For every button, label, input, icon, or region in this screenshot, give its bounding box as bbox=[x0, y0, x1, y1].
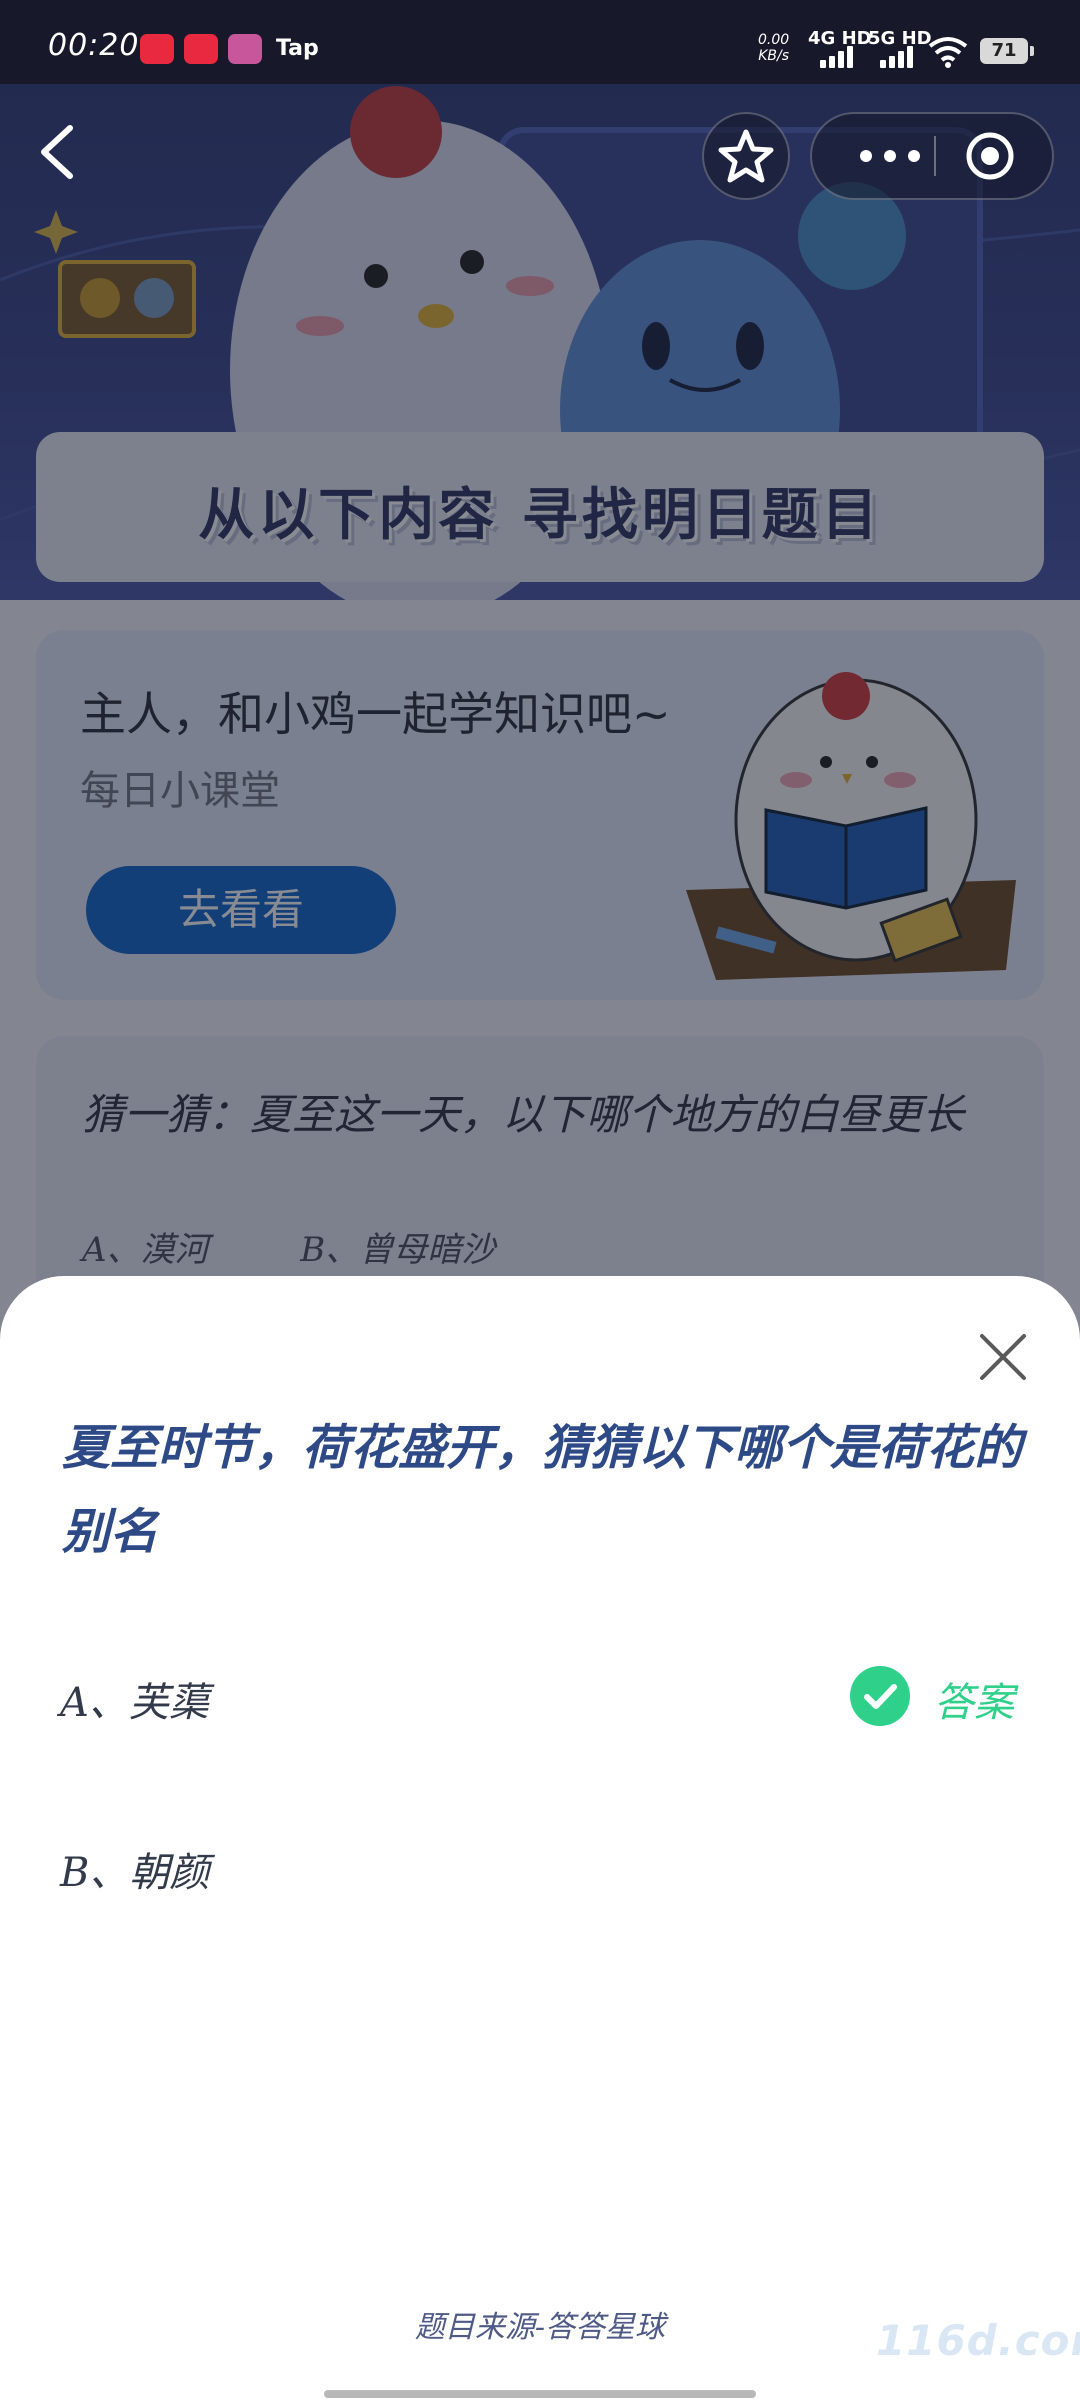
back-arrow-icon[interactable] bbox=[30, 120, 86, 184]
close-icon[interactable] bbox=[974, 1328, 1032, 1386]
answer-label: 答案 bbox=[934, 1680, 1014, 1726]
signal-4g-icon bbox=[820, 44, 856, 68]
home-indicator[interactable] bbox=[324, 2390, 756, 2398]
close-mini-program-icon[interactable] bbox=[962, 130, 1018, 182]
status-time: 00:20 bbox=[48, 28, 140, 63]
uc-app-icon bbox=[228, 34, 262, 64]
mini-program-capsule bbox=[810, 112, 1054, 200]
network-speed: 0.00 KB/s bbox=[758, 32, 789, 64]
answer-bottom-sheet: 夏至时节，荷花盛开，猜猜以下哪个是荷花的别名 A、芙蕖 答案 B、朝颜 题目来源… bbox=[0, 1276, 1080, 2400]
xiaohongshu-app-icon bbox=[140, 34, 174, 64]
network-speed-value: 0.00 bbox=[758, 32, 790, 48]
status-bar: 00:20 Tap 0.00 KB/s 4G HD 5G HD 71 bbox=[0, 0, 1080, 84]
option-b-text: B、朝颜 bbox=[60, 1850, 210, 1896]
check-circle-icon bbox=[850, 1666, 910, 1726]
checkmark-icon bbox=[864, 1684, 897, 1709]
option-b-row[interactable]: B、朝颜 bbox=[60, 1828, 1020, 1908]
battery-indicator: 71 bbox=[980, 38, 1034, 64]
sheet-question: 夏至时节，荷花盛开，猜猜以下哪个是荷花的别名 bbox=[62, 1420, 1023, 1560]
star-icon bbox=[718, 129, 774, 183]
watermark-logo: 116d.com bbox=[876, 2316, 1080, 2365]
signal-5g-icon bbox=[880, 44, 916, 68]
favorite-button[interactable] bbox=[702, 112, 790, 200]
wifi-icon bbox=[928, 37, 968, 68]
more-options-icon[interactable] bbox=[850, 134, 930, 178]
option-a-row[interactable]: A、芙蕖 答案 bbox=[60, 1658, 1020, 1738]
network-speed-unit: KB/s bbox=[758, 48, 789, 64]
capsule-divider bbox=[934, 136, 936, 176]
qidian-app-icon bbox=[184, 34, 218, 64]
option-a-text: A、芙蕖 bbox=[60, 1680, 209, 1726]
tap-app-label: Tap bbox=[276, 36, 319, 61]
